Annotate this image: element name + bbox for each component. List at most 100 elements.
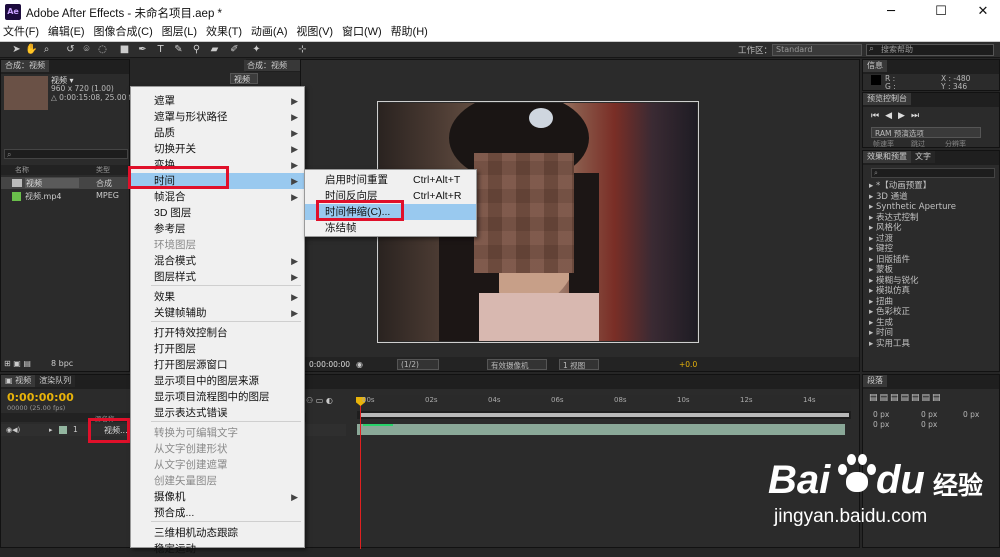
indent-right[interactable]: 0 px: [921, 410, 937, 419]
menu-item-18[interactable]: 显示项目流程图中的图层: [131, 389, 304, 405]
effects-item[interactable]: ▸ 生成: [869, 318, 999, 329]
camera-select[interactable]: 有效摄像机: [487, 359, 547, 370]
menu-window[interactable]: 窗口(W): [339, 24, 385, 41]
tab-composition[interactable]: 合成：视频: [1, 60, 49, 72]
text-tool-icon[interactable]: T: [154, 44, 167, 56]
menu-item-24[interactable]: 摄像机 ▶: [131, 489, 304, 505]
menu-layer[interactable]: 图层(L): [159, 24, 200, 41]
pan-behind-tool-icon[interactable]: ◌: [96, 44, 109, 56]
effects-item[interactable]: ▸ 蒙板: [869, 265, 999, 276]
effects-item[interactable]: ▸ 扭曲: [869, 297, 999, 308]
tab-preview[interactable]: 预览控制台: [863, 93, 911, 105]
menu-item-3[interactable]: 切换开关 ▶: [131, 141, 304, 157]
timeline-timecode[interactable]: 0:00:00:00: [7, 391, 74, 404]
rectangle-tool-icon[interactable]: ■: [118, 44, 131, 56]
axis-icon[interactable]: ⊹: [296, 44, 309, 56]
brush-tool-icon[interactable]: ✎: [172, 44, 185, 56]
menu-item-2[interactable]: 品质 ▶: [131, 125, 304, 141]
label-color[interactable]: [59, 426, 67, 434]
timeline-switches[interactable]: ⚇ ▭ ◐: [306, 396, 356, 406]
tab-effects-presets[interactable]: 效果和预置: [863, 151, 911, 163]
align-buttons[interactable]: ▤▤▤▤▤▤▤: [869, 393, 943, 403]
views-select[interactable]: 1 视图: [559, 359, 599, 370]
menu-edit[interactable]: 编辑(E): [45, 24, 88, 41]
project-search-input[interactable]: ⌕: [4, 149, 128, 159]
work-area-bar[interactable]: [361, 413, 849, 417]
hand-tool-icon[interactable]: ✋: [25, 44, 38, 56]
eraser-tool-icon[interactable]: ▰: [208, 44, 221, 56]
menu-animation[interactable]: 动画(A): [248, 24, 291, 41]
effects-item[interactable]: ▸ 实用工具: [869, 339, 999, 350]
menu-item-10[interactable]: 混合模式 ▶: [131, 253, 304, 269]
selection-tool-icon[interactable]: ➤: [10, 44, 23, 56]
space-after[interactable]: 0 px: [921, 420, 937, 429]
menu-item-14[interactable]: 打开特效控制台: [131, 325, 304, 341]
visibility-eye-icon[interactable]: ◉◀): [6, 426, 20, 434]
workspace-select[interactable]: Standard: [772, 44, 862, 56]
exposure-offset[interactable]: +0.0: [679, 360, 697, 369]
menu-item-enable-time-remap[interactable]: 启用时间重置 Ctrl+Alt+T: [305, 172, 476, 188]
menu-item-7[interactable]: 3D 图层: [131, 205, 304, 221]
menu-effect[interactable]: 效果(T): [203, 24, 245, 41]
column-name[interactable]: 名称: [15, 165, 29, 175]
menu-item-17[interactable]: 显示项目中的图层来源: [131, 373, 304, 389]
effects-item[interactable]: ▸ 旧版插件: [869, 255, 999, 266]
layer-duration-bar[interactable]: [357, 424, 845, 435]
menu-item-freeze-frame[interactable]: 冻结帧: [305, 220, 476, 236]
current-time-indicator[interactable]: [360, 399, 361, 549]
menu-item-15[interactable]: 打开图层: [131, 341, 304, 357]
maximize-icon[interactable]: ☐: [926, 2, 956, 22]
roto-brush-tool-icon[interactable]: ✐: [228, 44, 241, 56]
menu-file[interactable]: 文件(F): [0, 24, 42, 41]
puppet-pin-tool-icon[interactable]: ✦: [250, 44, 263, 56]
menu-item-8[interactable]: 参考层: [131, 221, 304, 237]
close-icon[interactable]: ✕: [968, 2, 998, 22]
resolution-select[interactable]: (1/2): [397, 359, 439, 370]
effects-item[interactable]: ▸ 模糊与锐化: [869, 276, 999, 287]
bpc-indicator[interactable]: 8 bpc: [51, 359, 73, 368]
ram-preview-options[interactable]: RAM 预演选项: [871, 127, 981, 138]
playback-controls[interactable]: ⏮◀▶⏭: [871, 111, 925, 121]
effects-item[interactable]: ▸ 模拟仿真: [869, 286, 999, 297]
menu-item-12[interactable]: 效果 ▶: [131, 289, 304, 305]
tab-timeline[interactable]: ▣ 视频: [1, 375, 36, 387]
effects-item[interactable]: ▸ 色彩校正: [869, 307, 999, 318]
tab-text[interactable]: 文字: [911, 151, 935, 163]
effects-item[interactable]: ▸ 过渡: [869, 234, 999, 245]
effects-item[interactable]: ▸ 键控: [869, 244, 999, 255]
menu-item-1[interactable]: 遮罩与形状路径 ▶: [131, 109, 304, 125]
effects-item[interactable]: ▸ 3D 通道: [869, 192, 999, 203]
menu-item-11[interactable]: 图层样式 ▶: [131, 269, 304, 285]
comp-timecode[interactable]: 0:00:00:00: [309, 360, 350, 369]
menu-item-0[interactable]: 遮罩 ▶: [131, 93, 304, 109]
interpret-footage-icon[interactable]: ⊞ ▣ ▤: [4, 359, 31, 368]
minimize-icon[interactable]: ─: [876, 2, 906, 22]
effects-item[interactable]: ▸ 表达式控制: [869, 213, 999, 224]
menu-item-19[interactable]: 显示表达式错误: [131, 405, 304, 421]
effects-item[interactable]: ▸ *【动画预置】: [869, 181, 999, 192]
indent-first[interactable]: 0 px: [963, 410, 979, 419]
menu-view[interactable]: 视图(V): [293, 24, 336, 41]
tab-composition[interactable]: 合成：视频: [244, 60, 300, 71]
column-type[interactable]: 类型: [96, 165, 110, 175]
menu-item-25[interactable]: 预合成...: [131, 505, 304, 521]
menu-item-26[interactable]: 三维相机动态跟踪: [131, 525, 304, 541]
menu-help[interactable]: 帮助(H): [388, 24, 431, 41]
menu-composition[interactable]: 图像合成(C): [90, 24, 155, 41]
menu-item-27[interactable]: 稳定运动: [131, 541, 304, 557]
camera-snapshot-icon[interactable]: ◉: [356, 360, 363, 369]
indent-left[interactable]: 0 px: [873, 410, 889, 419]
menu-item-6[interactable]: 帧混合 ▶: [131, 189, 304, 205]
menu-item-16[interactable]: 打开图层源窗口: [131, 357, 304, 373]
search-help-input[interactable]: 搜索帮助: [866, 44, 994, 56]
comp-subtab[interactable]: 视频: [230, 73, 258, 84]
zoom-tool-icon[interactable]: ⌕: [40, 44, 53, 56]
effects-item[interactable]: ▸ 风格化: [869, 223, 999, 234]
effects-search-input[interactable]: ⌕: [871, 168, 995, 178]
camera-tool-icon[interactable]: ⌾: [80, 44, 93, 56]
rotate-tool-icon[interactable]: ↺: [64, 44, 77, 56]
pen-tool-icon[interactable]: ✒: [136, 44, 149, 56]
effects-item[interactable]: ▸ 时间: [869, 328, 999, 339]
tab-paragraph[interactable]: 段落: [863, 375, 887, 387]
effects-item[interactable]: ▸ Synthetic Aperture: [869, 202, 999, 213]
